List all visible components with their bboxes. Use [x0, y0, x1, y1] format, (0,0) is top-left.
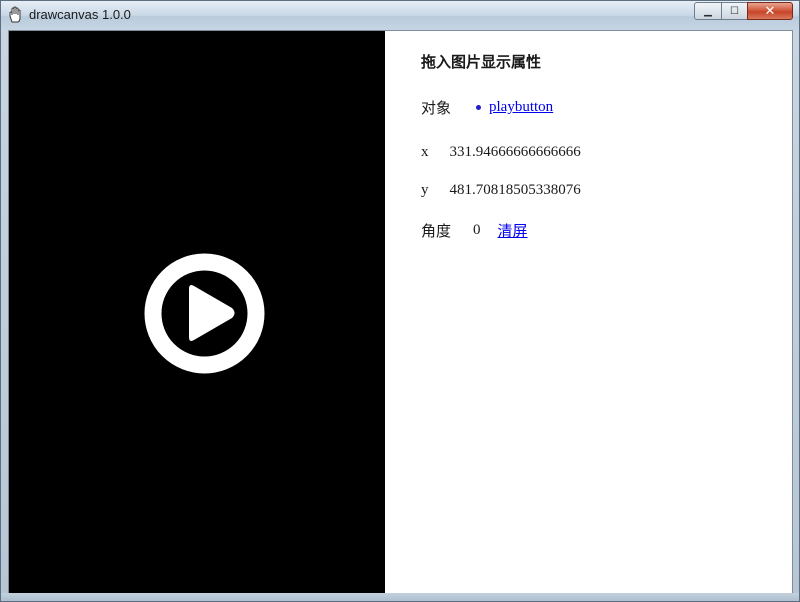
object-link-playbutton[interactable]: playbutton — [489, 99, 553, 116]
bullet-icon — [476, 105, 482, 110]
minimize-button[interactable]: ▁ — [694, 2, 721, 20]
maximize-icon: ☐ — [730, 5, 739, 17]
client-area: 拖入图片显示属性 对象 playbutton x 331.94666666666… — [8, 30, 793, 594]
window-controls: ▁ ☐ ✕ — [694, 2, 793, 21]
x-label: x — [421, 144, 429, 160]
app-window: drawcanvas 1.0.0 ▁ ☐ ✕ 拖入图片显示属性 对象 playb… — [0, 0, 800, 602]
angle-value: 0 — [473, 222, 481, 238]
object-list: playbutton — [476, 99, 553, 116]
y-row: y 481.70818505338076 — [421, 182, 581, 199]
close-icon: ✕ — [764, 3, 776, 19]
object-row: 对象 playbutton — [421, 97, 553, 118]
drawing-canvas[interactable] — [9, 31, 385, 593]
window-title: drawcanvas 1.0.0 — [29, 7, 131, 22]
object-label: 对象 — [421, 99, 452, 117]
x-row: x 331.94666666666666 — [421, 144, 581, 161]
angle-label: 角度 — [421, 222, 452, 240]
properties-panel: 拖入图片显示属性 对象 playbutton x 331.94666666666… — [421, 31, 792, 593]
y-value: 481.70818505338076 — [449, 182, 581, 198]
window-bottom-border — [1, 593, 799, 601]
panel-heading: 拖入图片显示属性 — [421, 53, 542, 71]
title-bar[interactable]: drawcanvas 1.0.0 ▁ ☐ ✕ — [1, 1, 799, 31]
y-label: y — [421, 182, 429, 198]
close-button[interactable]: ✕ — [747, 2, 793, 20]
clear-screen-link[interactable]: 清屏 — [498, 220, 528, 241]
hand-icon — [9, 6, 21, 23]
play-circle-icon[interactable] — [144, 253, 265, 374]
maximize-button[interactable]: ☐ — [721, 2, 747, 20]
x-value: 331.94666666666666 — [449, 144, 581, 160]
angle-row: 角度 0 清屏 — [421, 220, 528, 241]
minimize-icon: ▁ — [704, 5, 712, 17]
